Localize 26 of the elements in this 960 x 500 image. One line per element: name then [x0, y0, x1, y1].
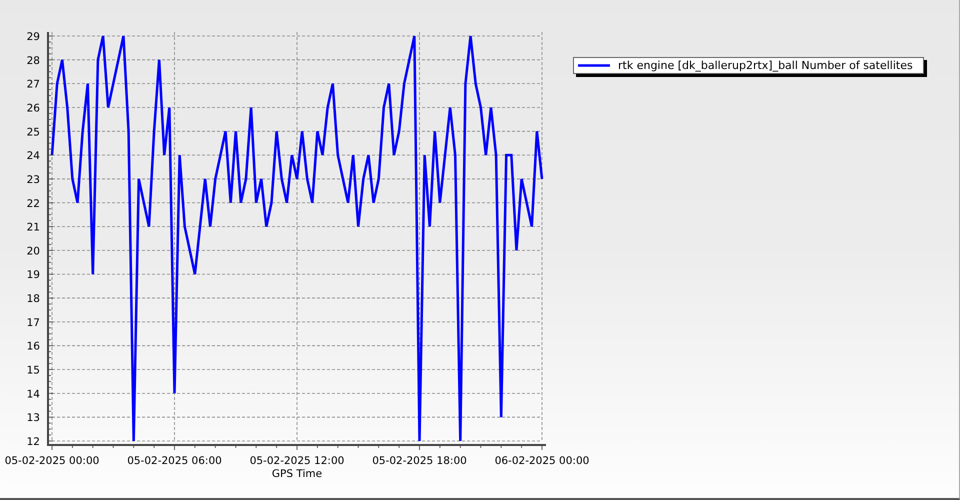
- y-tick-label: 22: [26, 198, 40, 210]
- y-tick-label: 14: [26, 388, 40, 400]
- x-tick-label: 05-02-2025 12:00: [250, 455, 344, 467]
- y-tick-label: 20: [26, 245, 40, 258]
- x-axis-title: GPS Time: [272, 468, 322, 480]
- y-tick-label: 18: [26, 293, 40, 306]
- y-tick-label: 25: [26, 126, 40, 138]
- y-tick-label: 13: [26, 412, 40, 424]
- y-tick-label: 15: [26, 364, 40, 377]
- x-tick-label: 06-02-2025 00:00: [494, 455, 590, 467]
- y-tick-label: 17: [26, 316, 40, 329]
- y-tick-label: 19: [26, 269, 40, 282]
- legend-line-icon: [578, 64, 610, 67]
- legend-label: rtk engine [dk_ballerup2rtx]_ball Number of satellites: [618, 59, 913, 72]
- y-tick-label: 28: [26, 54, 40, 67]
- y-tick-label: 23: [26, 174, 40, 186]
- y-tick-label: 16: [26, 340, 40, 353]
- x-tick-label: 05-02-2025 00:00: [4, 455, 100, 467]
- y-tick-label: 27: [26, 78, 40, 91]
- y-tick-label: 21: [26, 222, 40, 234]
- y-tick-label: 26: [26, 102, 40, 114]
- y-tick-label: 12: [26, 436, 40, 448]
- x-tick-label: 05-02-2025 18:00: [372, 455, 467, 467]
- y-tick-label: 29: [26, 31, 40, 43]
- y-tick-label: 24: [26, 150, 40, 162]
- x-tick-label: 05-02-2025 06:00: [127, 455, 222, 467]
